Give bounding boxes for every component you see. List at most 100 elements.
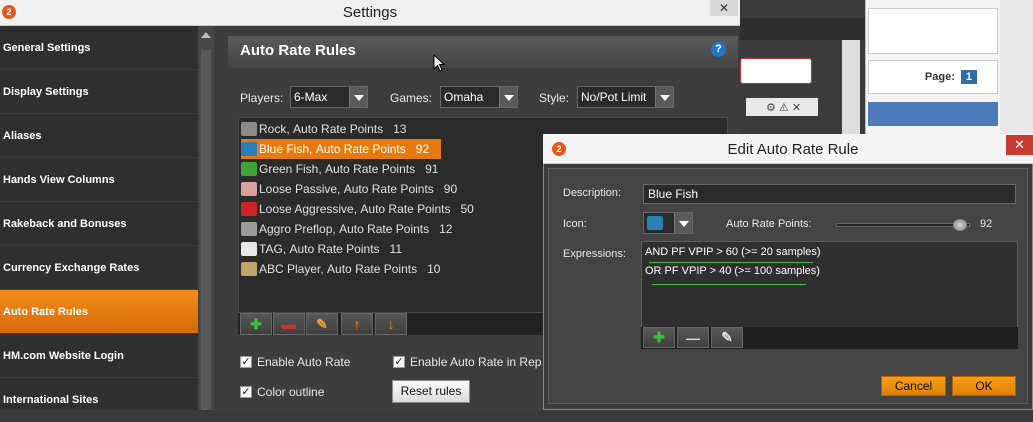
expression-underline (649, 262, 813, 263)
remove-rule-button[interactable]: ▬ (273, 313, 305, 335)
enable-auto-rate-label: Enable Auto Rate (257, 355, 351, 369)
style-label: Style: (539, 91, 570, 105)
points-label: Auto Rate Points: (726, 218, 812, 230)
close-button[interactable]: ✕ (1006, 135, 1033, 155)
rule-points: 50 (460, 202, 474, 216)
icon-label: Icon: (563, 218, 587, 230)
sidebar-item-label: Display Settings (3, 85, 89, 98)
enable-auto-rate-checkbox[interactable]: ✓ (240, 356, 252, 368)
sidebar-item-international-sites[interactable]: International Sites (0, 378, 198, 422)
style-value: No/Pot Limit (581, 90, 647, 104)
background-pager: Page: 1 (868, 60, 998, 94)
page-number[interactable]: 1 (960, 70, 977, 84)
list-item-selected[interactable]: Blue Fish, Auto Rate Points 92 (241, 139, 441, 159)
background-mini-toolbar: ⚙ ⚠ ✕ (746, 98, 818, 116)
sidebar-item-auto-rate-rules[interactable]: Auto Rate Rules (0, 290, 198, 334)
rule-points: 92 (415, 142, 430, 156)
expression-item[interactable]: OR PF VPIP > 40 (>= 100 samples) (645, 265, 820, 277)
sidebar-item-label: Currency Exchange Rates (3, 261, 140, 274)
players-select[interactable]: 6-Max (290, 86, 368, 108)
rule-points-label: Auto Rate Points (289, 242, 380, 256)
enable-auto-rate-rep-checkbox[interactable]: ✓ (393, 356, 405, 368)
description-field[interactable]: Blue Fish (643, 184, 1016, 204)
add-rule-button[interactable]: ✚ (240, 313, 272, 335)
sidebar-item-hm-website-login[interactable]: HM.com Website Login (0, 334, 198, 378)
move-up-button[interactable]: ↑ (341, 313, 373, 335)
rule-points-label: Auto Rate Points (293, 122, 384, 136)
edit-rule-button[interactable]: ✎ (306, 313, 338, 335)
expressions-label: Expressions: (563, 248, 626, 260)
background-strip (740, 18, 865, 40)
background-input-box (740, 58, 812, 84)
players-label: Players: (240, 91, 284, 105)
rule-points-label: Auto Rate Points (343, 182, 434, 196)
dice-icon (241, 202, 257, 216)
arrow-down-icon: ↓ (387, 316, 395, 332)
sidebar-item-label: International Sites (3, 393, 99, 406)
reset-rules-button[interactable]: Reset rules (392, 380, 470, 403)
background-selected-row (868, 102, 998, 126)
add-expression-button[interactable]: ✚ (643, 327, 675, 348)
points-value: 92 (980, 218, 993, 230)
games-value: Omaha (444, 90, 484, 104)
sidebar-item-rakeback-and-bonuses[interactable]: Rakeback and Bonuses (0, 202, 198, 246)
aggro-preflop-icon (241, 222, 257, 236)
ok-button[interactable]: OK (952, 376, 1016, 396)
background-row (868, 8, 998, 54)
green-fish-icon (241, 162, 257, 176)
scroll-up-icon[interactable] (201, 32, 211, 38)
blue-fish-icon (241, 142, 257, 156)
chevron-down-icon[interactable] (674, 213, 692, 233)
sidebar-item-hands-view-columns[interactable]: Hands View Columns (0, 158, 198, 202)
color-outline-checkbox[interactable]: ✓ (240, 386, 252, 398)
background-mini-icons: ⚙ ⚠ ✕ (766, 101, 802, 114)
color-outline-label: Color outline (257, 385, 325, 399)
sidebar-scrollbar[interactable] (198, 26, 214, 410)
minus-icon: — (686, 329, 700, 346)
sidebar-item-label: Rakeback and Bonuses (3, 217, 127, 230)
chevron-down-icon[interactable] (349, 87, 367, 107)
settings-sidebar: General Settings Display Settings Aliase… (0, 26, 198, 422)
loose-passive-icon (241, 182, 257, 196)
pencil-icon: ✎ (316, 315, 328, 332)
rule-points-label: Auto Rate Points (339, 222, 430, 236)
rule-name: Blue Fish, (259, 142, 313, 156)
sidebar-item-aliases[interactable]: Aliases (0, 114, 198, 158)
settings-close-button[interactable]: ✕ (710, 0, 738, 16)
description-label: Description: (563, 187, 622, 199)
rule-points-label: Auto Rate Points (360, 202, 451, 216)
cancel-button[interactable]: Cancel (881, 376, 946, 396)
points-slider[interactable] (836, 223, 970, 227)
sidebar-item-label: Aliases (3, 129, 42, 142)
sidebar-item-display-settings[interactable]: Display Settings (0, 70, 198, 114)
rule-name: Aggro Preflop, (259, 222, 336, 236)
help-icon[interactable]: ? (711, 42, 726, 57)
sidebar-item-currency-exchange-rates[interactable]: Currency Exchange Rates (0, 246, 198, 290)
chevron-down-icon[interactable] (499, 87, 517, 107)
settings-titlebar: 2 Settings ✕ (0, 0, 740, 26)
points-slider-thumb[interactable] (953, 219, 967, 231)
rule-points: 91 (425, 162, 439, 176)
sidebar-item-general-settings[interactable]: General Settings (0, 26, 198, 70)
icon-select[interactable] (643, 212, 693, 234)
edit-expression-button[interactable]: ✎ (711, 327, 743, 348)
style-select[interactable]: No/Pot Limit (577, 86, 674, 108)
rule-points: 11 (389, 242, 402, 256)
sidebar-item-label: Auto Rate Rules (3, 305, 88, 318)
rock-icon (241, 122, 257, 136)
scroll-thumb[interactable] (201, 50, 211, 410)
rule-points-label: Auto Rate Points (315, 142, 406, 156)
move-down-button[interactable]: ↓ (375, 313, 407, 335)
remove-expression-button[interactable]: — (677, 327, 709, 348)
page-label: Page: (924, 71, 955, 83)
edit-dialog-title: Edit Auto Rate Rule (727, 141, 859, 158)
rule-name: ABC Player, (259, 262, 324, 276)
blue-fish-icon (647, 216, 663, 230)
expression-item[interactable]: AND PF VPIP > 60 (>= 20 samples) (645, 246, 821, 258)
settings-title: Settings (342, 4, 398, 21)
games-select[interactable]: Omaha (440, 86, 518, 108)
plus-icon: ✚ (653, 329, 665, 345)
expression-underline (652, 284, 806, 285)
chevron-down-icon[interactable] (655, 87, 673, 107)
rule-points-label: Auto Rate Points (325, 162, 416, 176)
